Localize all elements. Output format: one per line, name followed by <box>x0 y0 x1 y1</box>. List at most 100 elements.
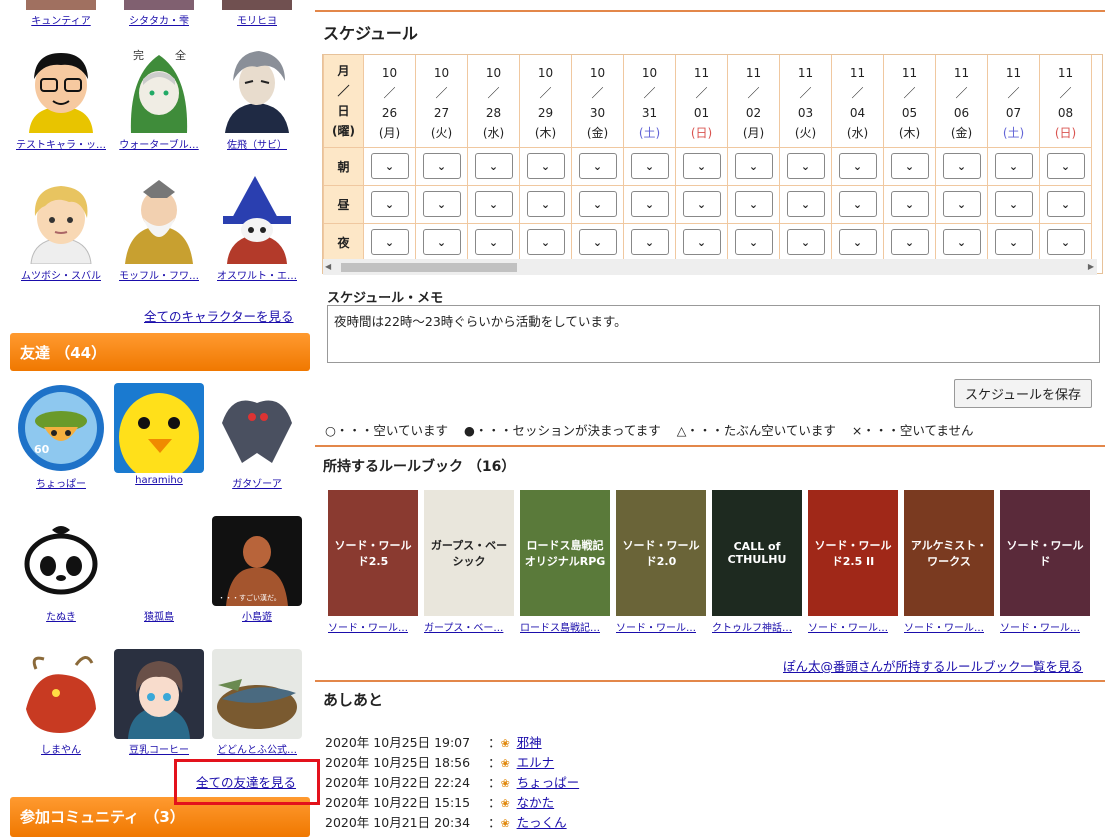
footprint-user-link[interactable]: 邪神 <box>517 735 542 750</box>
rulebook-cover[interactable]: ロードス島戦記 オリジナルRPG <box>520 490 610 616</box>
availability-select[interactable]: ⌄ <box>578 191 617 217</box>
see-all-rulebooks-link[interactable]: ぽん太@番頭さんが所持するルールブック一覧を見る <box>783 656 1083 675</box>
rulebook-cover[interactable]: ソード・ワールド2.5 II <box>808 490 898 616</box>
availability-select[interactable]: ⌄ <box>422 153 461 179</box>
character-card[interactable]: テストキャラ・ッ… <box>12 44 110 151</box>
availability-select[interactable]: ⌄ <box>474 191 513 217</box>
availability-select[interactable]: ⌄ <box>474 229 513 255</box>
rulebook-item[interactable]: ソード・ワールド2.0 ソード・ワール… <box>616 490 712 634</box>
friend-card[interactable]: どどんとふ公式… <box>208 649 306 756</box>
scroll-left-icon[interactable]: ◀ <box>325 262 331 271</box>
character-card[interactable]: シタタカ・雫 <box>110 0 208 27</box>
availability-select[interactable]: ⌄ <box>370 153 409 179</box>
friend-name[interactable]: どどんとふ公式… <box>208 741 306 756</box>
scrollbar-thumb[interactable] <box>341 263 517 272</box>
availability-select[interactable]: ⌄ <box>994 191 1033 217</box>
availability-select[interactable]: ⌄ <box>422 191 461 217</box>
availability-select[interactable]: ⌄ <box>578 153 617 179</box>
availability-select[interactable]: ⌄ <box>890 229 929 255</box>
save-schedule-button[interactable]: スケジュールを保存 <box>954 379 1092 408</box>
avatar[interactable] <box>114 516 204 606</box>
availability-select[interactable]: ⌄ <box>942 153 981 179</box>
character-card[interactable]: モッフル・フワ… <box>110 175 208 282</box>
friend-name[interactable]: haramiho <box>110 475 208 486</box>
availability-select[interactable]: ⌄ <box>526 191 565 217</box>
rulebook-cover[interactable]: ソード・ワールド2.5 <box>328 490 418 616</box>
footprint-user-link[interactable]: ちょっぱー <box>517 775 580 790</box>
availability-select[interactable]: ⌄ <box>1046 229 1085 255</box>
rulebook-cover[interactable]: ガープス・ベーシック <box>424 490 514 616</box>
avatar[interactable]: 完全 <box>114 44 204 134</box>
friend-card[interactable]: たぬき <box>12 516 110 623</box>
friend-name[interactable]: ちょっぱー <box>12 475 110 490</box>
avatar[interactable] <box>212 383 302 473</box>
availability-select[interactable]: ⌄ <box>942 191 981 217</box>
character-name[interactable]: 佐飛（サビ） <box>208 136 306 151</box>
character-name[interactable]: オスワルト・エ… <box>208 267 306 282</box>
rulebook-item[interactable]: ソード・ワールド2.5 II ソード・ワール… <box>808 490 904 634</box>
rulebook-cover[interactable]: アルケミスト・ワークス <box>904 490 994 616</box>
avatar[interactable] <box>16 44 106 134</box>
availability-select[interactable]: ⌄ <box>682 191 721 217</box>
avatar[interactable]: ・・・すごい漢だ。 <box>212 516 302 606</box>
character-name[interactable]: ウォーターブル… <box>110 136 208 151</box>
avatar[interactable] <box>212 175 302 265</box>
availability-select[interactable]: ⌄ <box>838 153 877 179</box>
rulebook-item[interactable]: ガープス・ベーシックガープス・ベー… <box>424 490 520 634</box>
character-card[interactable]: モリヒヨ <box>208 0 306 27</box>
rulebook-item[interactable]: ロードス島戦記 オリジナルRPG ロードス島戦記… <box>520 490 616 634</box>
character-card[interactable]: 完全 ウォーターブル… <box>110 44 208 151</box>
availability-select[interactable]: ⌄ <box>370 191 409 217</box>
rulebook-name[interactable]: ソード・ワール… <box>616 619 706 634</box>
avatar[interactable] <box>212 649 302 739</box>
availability-select[interactable]: ⌄ <box>630 153 669 179</box>
availability-select[interactable]: ⌄ <box>578 229 617 255</box>
availability-select[interactable]: ⌄ <box>474 153 513 179</box>
friend-card[interactable]: haramiho <box>110 383 208 490</box>
friend-name[interactable]: ガタゾーア <box>208 475 306 490</box>
availability-select[interactable]: ⌄ <box>786 229 825 255</box>
friend-name[interactable]: しまやん <box>12 741 110 756</box>
footprint-user-link[interactable]: なかた <box>517 795 555 810</box>
availability-select[interactable]: ⌄ <box>994 229 1033 255</box>
friend-card[interactable]: 60 ちょっぱー <box>12 383 110 490</box>
rulebook-item[interactable]: CALL of CTHULHU クトゥルフ神話… <box>712 490 808 634</box>
avatar[interactable] <box>114 175 204 265</box>
avatar[interactable] <box>16 516 106 606</box>
rulebook-name[interactable]: ロードス島戦記… <box>520 619 610 634</box>
rulebook-name[interactable]: ソード・ワール… <box>904 619 994 634</box>
availability-select[interactable]: ⌄ <box>370 229 409 255</box>
availability-select[interactable]: ⌄ <box>630 229 669 255</box>
footprint-user-link[interactable]: たっくん <box>517 815 567 830</box>
character-name[interactable]: キュンティア <box>12 12 110 27</box>
availability-select[interactable]: ⌄ <box>734 191 773 217</box>
availability-select[interactable]: ⌄ <box>526 229 565 255</box>
availability-select[interactable]: ⌄ <box>526 153 565 179</box>
rulebook-cover[interactable]: CALL of CTHULHU <box>712 490 802 616</box>
availability-select[interactable]: ⌄ <box>422 229 461 255</box>
availability-select[interactable]: ⌄ <box>994 153 1033 179</box>
character-name[interactable]: テストキャラ・ッ… <box>12 136 110 151</box>
rulebook-cover[interactable]: ソード・ワールド2.0 <box>616 490 706 616</box>
avatar[interactable] <box>16 175 106 265</box>
character-card[interactable]: オスワルト・エ… <box>208 175 306 282</box>
character-name[interactable]: ムツボシ・スバル <box>12 267 110 282</box>
rulebook-cover[interactable]: ソード・ワールド <box>1000 490 1090 616</box>
horizontal-scrollbar[interactable]: ◀ ▶ <box>323 259 1097 275</box>
friend-card[interactable]: ・・・すごい漢だ。 小島遊 <box>208 516 306 623</box>
friend-name[interactable]: たぬき <box>12 608 110 623</box>
avatar[interactable] <box>16 649 106 739</box>
avatar[interactable] <box>114 383 204 473</box>
rulebook-item[interactable]: ソード・ワールドソード・ワール… <box>1000 490 1096 634</box>
character-card[interactable]: ムツボシ・スバル <box>12 175 110 282</box>
character-card[interactable]: キュンティア <box>12 0 110 27</box>
avatar[interactable] <box>114 649 204 739</box>
friend-card[interactable]: しまやん <box>12 649 110 756</box>
friend-name[interactable]: 豆乳コーヒー <box>110 741 208 756</box>
availability-select[interactable]: ⌄ <box>890 153 929 179</box>
rulebook-name[interactable]: ソード・ワール… <box>1000 619 1090 634</box>
rulebook-name[interactable]: ガープス・ベー… <box>424 619 514 634</box>
see-all-characters-link[interactable]: 全てのキャラクターを見る <box>144 306 294 325</box>
availability-select[interactable]: ⌄ <box>1046 153 1085 179</box>
availability-select[interactable]: ⌄ <box>786 153 825 179</box>
